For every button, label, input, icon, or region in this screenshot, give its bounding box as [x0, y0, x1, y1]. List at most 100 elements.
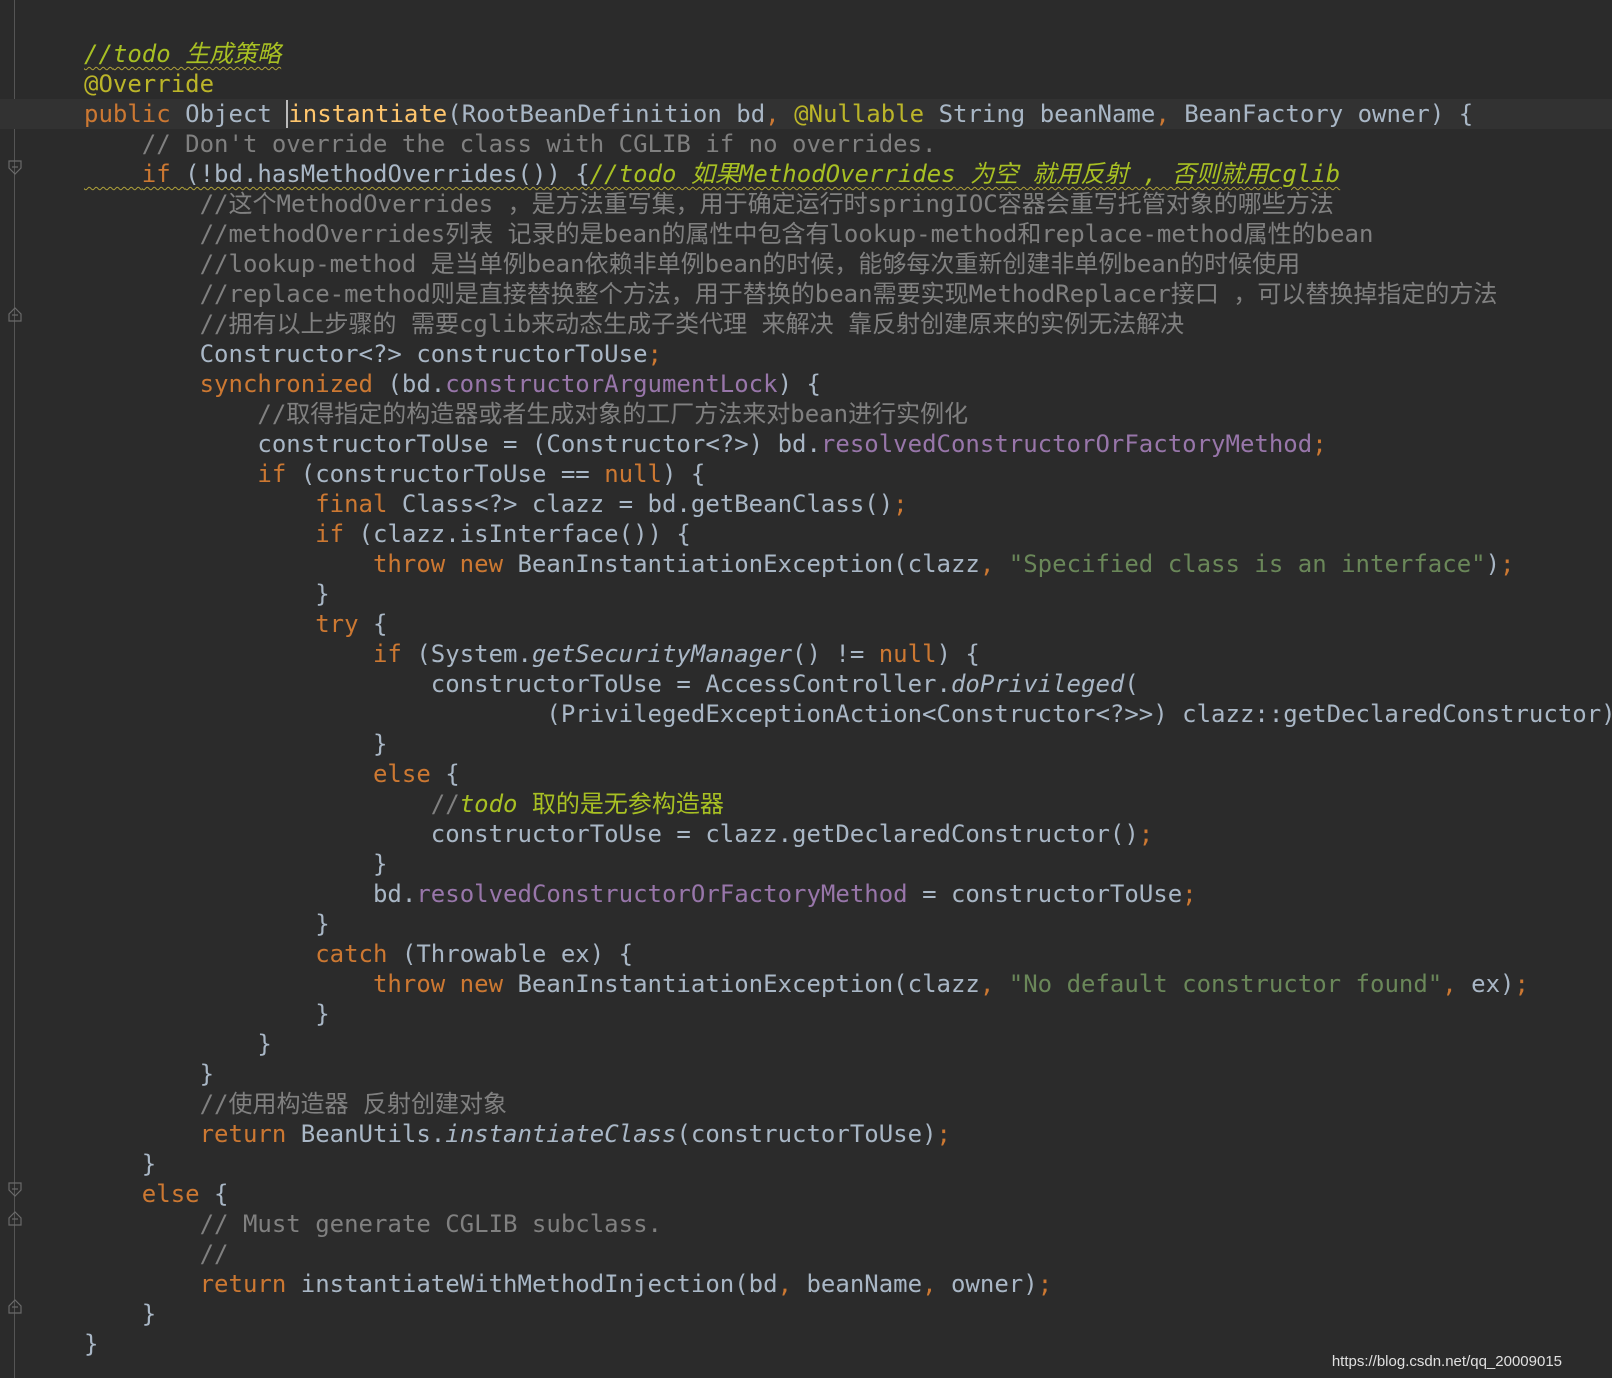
- code-token: BeanUtils.: [300, 1120, 446, 1148]
- code-line[interactable]: if (System.getSecurityManager() != null)…: [84, 639, 1612, 669]
- code-token: if: [141, 160, 186, 188]
- code-line[interactable]: }: [84, 999, 1612, 1029]
- code-token: public: [84, 100, 186, 128]
- code-line[interactable]: }: [84, 909, 1612, 939]
- code-line[interactable]: }: [84, 729, 1612, 759]
- code-token: 为空 就用反射 , 否则就用: [955, 160, 1268, 188]
- code-token: if: [372, 640, 417, 668]
- fold-marker-icon[interactable]: [8, 306, 22, 322]
- code-line[interactable]: }: [84, 1059, 1612, 1089]
- code-line[interactable]: bd.resolvedConstructorOrFactoryMethod = …: [84, 879, 1612, 909]
- code-token: //取得指定的构造器或者生成对象的工厂方法来对bean进行实例化: [84, 400, 969, 428]
- code-line[interactable]: final Class<?> clazz = bd.getBeanClass()…: [84, 489, 1612, 519]
- code-line[interactable]: public Object instantiate(RootBeanDefini…: [0, 99, 1612, 129]
- code-line[interactable]: synchronized (bd.constructorArgumentLock…: [84, 369, 1612, 399]
- code-token: (System.: [416, 640, 532, 668]
- code-content[interactable]: //todo 生成策略 @Override public Object instan…: [0, 39, 1612, 1359]
- code-token: "Specified class is an interface": [1008, 550, 1486, 578]
- code-line[interactable]: constructorToUse = (Constructor<?>) bd.r…: [84, 429, 1612, 459]
- code-token: ,: [1155, 100, 1185, 128]
- code-token: //: [84, 40, 113, 68]
- code-line[interactable]: //todo 生成策略: [84, 39, 1612, 69]
- code-line[interactable]: if (!bd.hasMethodOverrides()) {//todo 如果…: [84, 159, 1612, 189]
- code-token: Object: [185, 100, 287, 128]
- code-token: (: [1124, 670, 1139, 698]
- code-token: ,: [765, 100, 795, 128]
- code-line[interactable]: @Override: [84, 69, 1612, 99]
- code-token: ,: [979, 550, 1009, 578]
- code-line[interactable]: return instantiateWithMethodInjection(bd…: [84, 1269, 1612, 1299]
- code-token: catch: [315, 940, 402, 968]
- code-line[interactable]: }: [84, 579, 1612, 609]
- code-token: }: [84, 1150, 157, 1178]
- code-line[interactable]: //拥有以上步骤的 需要cglib来动态生成子类代理 来解决 靠反射创建原来的实…: [84, 309, 1612, 339]
- code-line[interactable]: }: [84, 849, 1612, 879]
- code-line[interactable]: Constructor<?> constructorToUse;: [84, 339, 1612, 369]
- code-line[interactable]: catch (Throwable ex) {: [84, 939, 1612, 969]
- code-token: ;: [893, 490, 908, 518]
- code-token: }: [84, 1300, 157, 1328]
- code-line[interactable]: throw new BeanInstantiationException(cla…: [84, 549, 1612, 579]
- code-line[interactable]: if (constructorToUse == null) {: [84, 459, 1612, 489]
- code-line[interactable]: try {: [84, 609, 1612, 639]
- fold-marker-icon[interactable]: [8, 1210, 22, 1226]
- code-token: throw new: [372, 550, 518, 578]
- code-line[interactable]: //methodOverrides列表 记录的是bean的属性中包含有looku…: [84, 219, 1612, 249]
- code-token: ,: [979, 970, 1009, 998]
- code-token: // Must generate CGLIB subclass.: [84, 1210, 662, 1238]
- code-token: }: [84, 730, 388, 758]
- code-line[interactable]: else {: [84, 759, 1612, 789]
- code-token: resolvedConstructorOrFactoryMethod: [820, 430, 1313, 458]
- code-token: if: [257, 460, 301, 488]
- code-token: }: [84, 1330, 99, 1358]
- code-token: else: [141, 1180, 215, 1208]
- code-token: //拥有以上步骤的 需要cglib来动态生成子类代理 来解决 靠反射创建原来的实…: [84, 310, 1185, 338]
- code-line[interactable]: //lookup-method 是当单例bean依赖非单例bean的时候，能够每…: [84, 249, 1612, 279]
- code-line[interactable]: // Don't override the class with CGLIB i…: [84, 129, 1612, 159]
- code-token: {: [372, 610, 388, 638]
- code-token: (bd.: [387, 370, 446, 398]
- code-line[interactable]: // Must generate CGLIB subclass.: [84, 1209, 1612, 1239]
- code-line[interactable]: //todo 取的是无参构造器: [84, 789, 1612, 819]
- code-line[interactable]: }: [84, 1029, 1612, 1059]
- code-line[interactable]: (PrivilegedExceptionAction<Constructor<?…: [84, 699, 1612, 729]
- fold-marker-icon[interactable]: [8, 1298, 22, 1314]
- code-line[interactable]: //使用构造器 反射创建对象: [84, 1089, 1612, 1119]
- code-line[interactable]: return BeanUtils.instantiateClass(constr…: [84, 1119, 1612, 1149]
- code-editor[interactable]: //todo 生成策略 @Override public Object instan…: [0, 0, 1612, 1378]
- code-token: }: [84, 1000, 330, 1028]
- code-token: String beanName: [938, 100, 1156, 128]
- code-line[interactable]: //: [84, 1239, 1612, 1269]
- code-line[interactable]: constructorToUse = AccessController.doPr…: [84, 669, 1612, 699]
- code-line[interactable]: }: [84, 1149, 1612, 1179]
- code-token: ,: [777, 1270, 807, 1298]
- fold-marker-icon[interactable]: [8, 160, 22, 176]
- code-token: throw new: [372, 970, 518, 998]
- code-line[interactable]: }: [84, 1299, 1612, 1329]
- code-token: @Override: [84, 70, 215, 98]
- code-token: MethodOverrides: [738, 160, 956, 188]
- code-token: Constructor<?> constructorToUse: [84, 340, 648, 368]
- code-line[interactable]: //replace-method则是直接替换整个方法，用于替换的bean需要实现…: [84, 279, 1612, 309]
- code-line[interactable]: //这个MethodOverrides ，是方法重写集，用于确定运行时sprin…: [84, 189, 1612, 219]
- code-token: beanName: [806, 1270, 923, 1298]
- code-token: cglib: [1267, 160, 1341, 188]
- fold-marker-icon[interactable]: [8, 1182, 22, 1198]
- code-token: (RootBeanDefinition bd: [447, 100, 766, 128]
- code-token: (clazz.isInterface()) {: [358, 520, 691, 548]
- code-line[interactable]: //取得指定的构造器或者生成对象的工厂方法来对bean进行实例化: [84, 399, 1612, 429]
- code-token: //: [84, 1240, 229, 1268]
- code-token: if: [315, 520, 359, 548]
- code-line[interactable]: if (clazz.isInterface()) {: [84, 519, 1612, 549]
- code-line[interactable]: constructorToUse = clazz.getDeclaredCons…: [84, 819, 1612, 849]
- code-token: ) {: [936, 640, 980, 668]
- code-line[interactable]: else {: [84, 1179, 1612, 1209]
- code-line[interactable]: throw new BeanInstantiationException(cla…: [84, 969, 1612, 999]
- code-token: }: [84, 850, 388, 878]
